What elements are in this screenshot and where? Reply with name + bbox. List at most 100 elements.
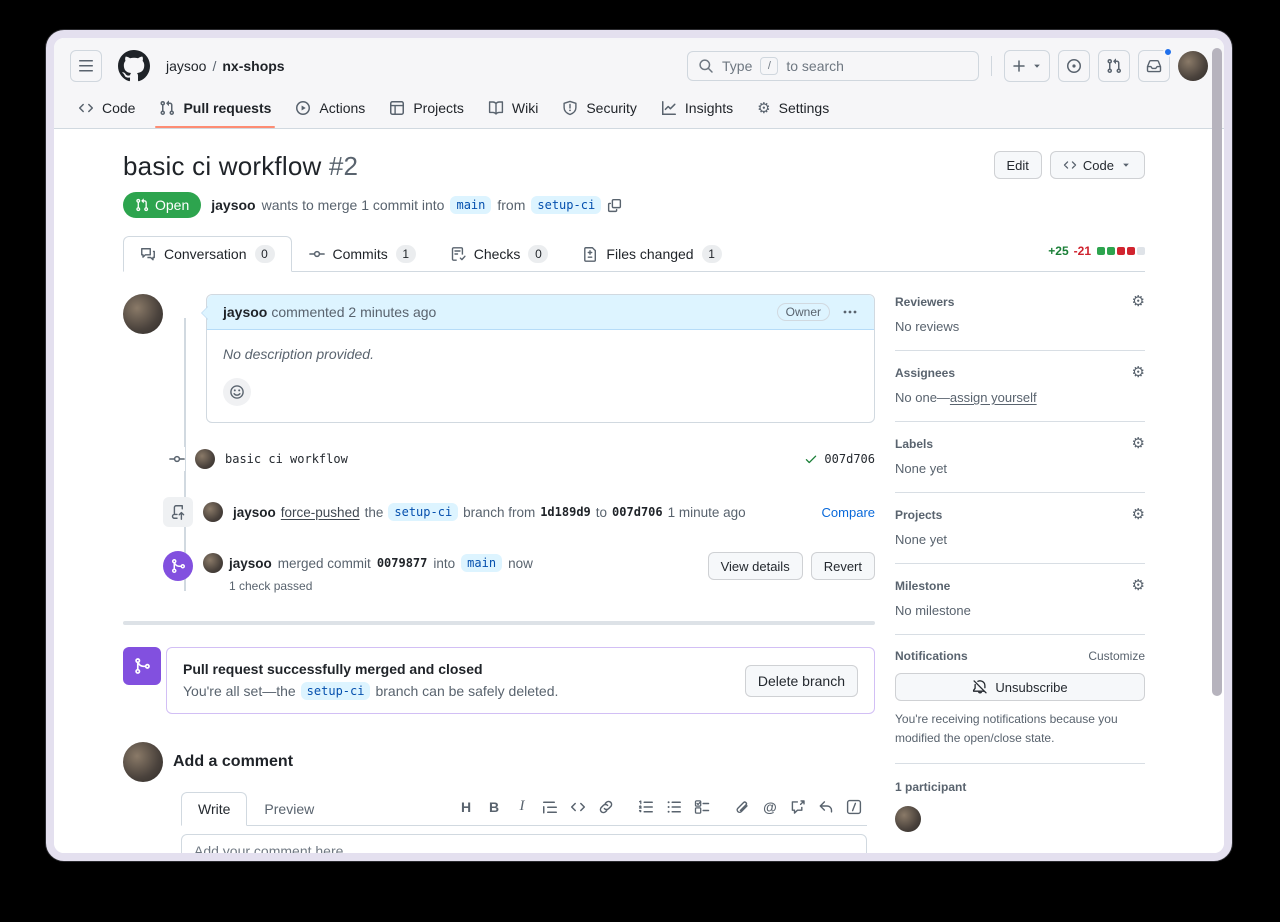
comment-time: commented 2 minutes ago [271, 304, 436, 320]
nav-tab-settings[interactable]: ⚙Settings [749, 92, 837, 128]
code-icon[interactable] [565, 794, 591, 820]
check-icon[interactable] [804, 452, 818, 466]
comment-body-text: No description provided. [223, 346, 858, 362]
preview-tab[interactable]: Preview [247, 792, 331, 826]
pull-requests-button[interactable] [1098, 50, 1130, 82]
tab-files-changed[interactable]: Files changed 1 [565, 236, 738, 272]
nav-tab-projects[interactable]: Projects [381, 92, 472, 128]
avatar[interactable] [195, 449, 215, 469]
kebab-menu-button[interactable] [842, 304, 858, 320]
pr-page: basic ci workflow #2 Edit Code Open jays… [54, 129, 1224, 861]
create-new-button[interactable] [1004, 50, 1050, 82]
breadcrumb: jaysoo / nx-shops [166, 58, 285, 74]
diffstat: +25 -21 [1048, 244, 1145, 264]
ordered-list-icon[interactable] [633, 794, 659, 820]
owner-badge[interactable]: Owner [777, 303, 830, 321]
unordered-list-icon[interactable] [661, 794, 687, 820]
gear-icon: ⚙ [757, 101, 770, 116]
revert-button[interactable]: Revert [811, 552, 875, 580]
link-icon[interactable] [593, 794, 619, 820]
avatar[interactable] [203, 502, 223, 522]
gear-icon[interactable]: ⚙ [1132, 365, 1145, 380]
old-sha[interactable]: 1d189d9 [540, 505, 591, 519]
attach-file-icon[interactable] [729, 794, 755, 820]
delete-branch-button[interactable]: Delete branch [745, 665, 858, 697]
event-author[interactable]: jaysoo [233, 505, 276, 520]
code-dropdown-button[interactable]: Code [1050, 151, 1145, 179]
tab-conversation[interactable]: Conversation 0 [123, 236, 292, 272]
nav-tab-security[interactable]: Security [554, 92, 645, 128]
tab-checks[interactable]: Checks 0 [433, 236, 566, 272]
bell-slash-icon [972, 679, 988, 695]
nav-tab-code[interactable]: Code [70, 92, 143, 128]
issues-button[interactable] [1058, 50, 1090, 82]
customize-link[interactable]: Customize [1088, 649, 1145, 663]
gear-icon[interactable]: ⚙ [1132, 578, 1145, 593]
gear-icon[interactable]: ⚙ [1132, 507, 1145, 522]
checklist-icon [450, 246, 466, 262]
quote-icon[interactable] [537, 794, 563, 820]
commit-message[interactable]: basic ci workflow [225, 452, 348, 466]
edit-button[interactable]: Edit [994, 151, 1042, 179]
nav-tab-wiki[interactable]: Wiki [480, 92, 546, 128]
sidebar-section-labels: Labels ⚙ None yet [895, 436, 1145, 493]
force-pushed-link[interactable]: force-pushed [281, 505, 360, 520]
notifications-caption: You're receiving notifications because y… [895, 710, 1145, 747]
breadcrumb-owner[interactable]: jaysoo [166, 58, 206, 74]
heading-icon[interactable]: H [453, 794, 479, 820]
avatar[interactable] [123, 742, 163, 782]
merge-sha[interactable]: 0079877 [377, 556, 428, 570]
code-icon [1063, 158, 1077, 172]
nav-tab-actions[interactable]: Actions [287, 92, 373, 128]
avatar[interactable] [123, 294, 163, 334]
sidebar-section-assignees: Assignees ⚙ No one—assign yourself [895, 365, 1145, 422]
pr-description-comment: jaysoo commented 2 minutes ago Owner No … [123, 294, 875, 423]
bold-icon[interactable]: B [481, 794, 507, 820]
octocat-icon [118, 50, 150, 82]
avatar[interactable] [895, 806, 921, 832]
base-branch-chip[interactable]: main [450, 196, 491, 214]
head-branch-chip[interactable]: setup-ci [531, 196, 601, 214]
unsubscribe-button[interactable]: Unsubscribe [895, 673, 1145, 701]
emoji-reaction-button[interactable] [223, 378, 251, 406]
new-sha[interactable]: 007d706 [612, 505, 663, 519]
head-branch-chip[interactable]: setup-ci [301, 682, 371, 700]
inbox-button[interactable] [1138, 50, 1170, 82]
github-logo[interactable] [118, 50, 150, 82]
avatar[interactable] [1178, 51, 1208, 81]
event-author[interactable]: jaysoo [229, 556, 272, 571]
breadcrumb-repo[interactable]: nx-shops [222, 58, 284, 74]
saved-replies-icon[interactable] [813, 794, 839, 820]
commit-sha[interactable]: 007d706 [824, 452, 875, 466]
gear-icon[interactable]: ⚙ [1132, 294, 1145, 309]
write-tab[interactable]: Write [181, 792, 247, 826]
cross-reference-icon[interactable] [785, 794, 811, 820]
head-branch-chip[interactable]: setup-ci [388, 503, 458, 521]
assign-yourself-link[interactable]: assign yourself [950, 390, 1037, 405]
gear-icon[interactable]: ⚙ [1132, 436, 1145, 451]
merge-event: jaysoo merged commit 0079877 into main n… [123, 551, 875, 593]
italic-icon[interactable]: I [509, 794, 535, 820]
base-branch-chip[interactable]: main [461, 554, 502, 572]
view-details-button[interactable]: View details [708, 552, 803, 580]
check-note: 1 check passed [229, 579, 533, 593]
slash-commands-icon[interactable] [841, 794, 867, 820]
mention-icon[interactable]: @ [757, 794, 783, 820]
tasklist-icon[interactable] [689, 794, 715, 820]
comment-textarea[interactable] [181, 834, 867, 861]
compare-link[interactable]: Compare [822, 505, 875, 520]
pr-author[interactable]: jaysoo [211, 197, 255, 213]
scrollbar[interactable] [1212, 48, 1222, 696]
diff-block [1127, 247, 1135, 255]
shield-icon [562, 100, 578, 116]
nav-tab-insights[interactable]: Insights [653, 92, 741, 128]
nav-tab-pull-requests[interactable]: Pull requests [151, 92, 279, 128]
pr-tabs: Conversation 0 Commits 1 Checks 0 Files … [123, 236, 1145, 272]
copy-icon[interactable] [607, 198, 622, 213]
hamburger-menu-button[interactable] [70, 50, 102, 82]
avatar[interactable] [203, 553, 223, 573]
comment-author[interactable]: jaysoo [223, 304, 267, 320]
graph-icon [661, 100, 677, 116]
search-input[interactable]: Type / to search [687, 51, 979, 81]
tab-commits[interactable]: Commits 1 [292, 236, 433, 272]
